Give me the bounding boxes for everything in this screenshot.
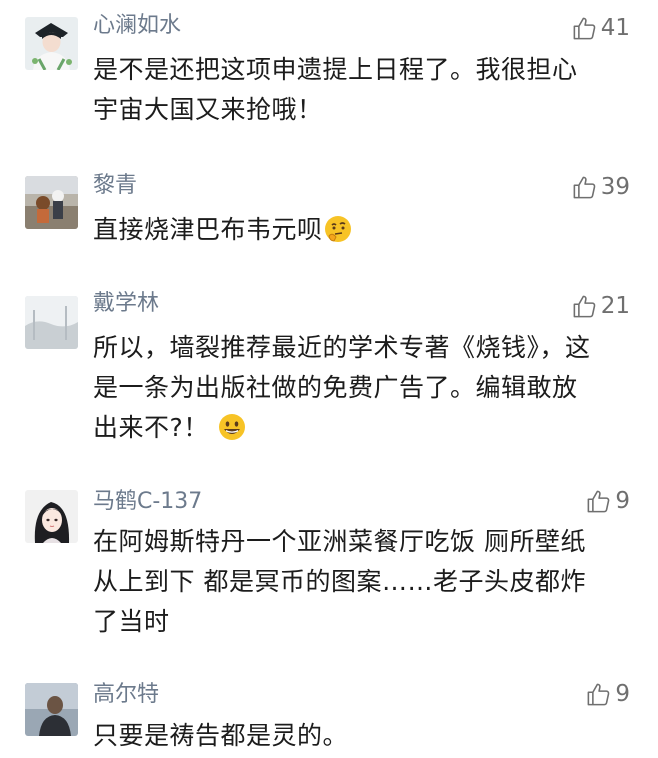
thinking-face-emoji [323,214,353,244]
comment-text: 所以，墙裂推荐最近的学术专著《烧钱》，这 是一条为出版社做的免费广告了。编辑敢放… [93,328,630,448]
like-button[interactable]: 9 [585,486,630,516]
like-count: 39 [600,174,630,200]
comment-line-text: 出来不?！ [93,413,209,442]
comment-line: 出来不?！ [93,408,630,448]
thumbs-up-icon [571,15,598,42]
thumbs-up-icon [585,488,612,515]
opera-figure-avatar[interactable] [25,17,78,70]
like-count: 21 [600,293,630,319]
comment-line: 是不是还把这项申遗提上日程了。我很担心 [93,55,578,84]
comment-line: 只要是祷告都是灵的。 [93,721,349,750]
grinning-face-emoji [217,412,247,442]
like-count: 9 [615,681,630,707]
comment-username[interactable]: 高尔特 [93,681,159,709]
comment-line: 从上到下 都是冥币的图案……老子头皮都炸 [93,567,586,596]
comment-text: 是不是还把这项申遗提上日程了。我很担心 宇宙大国又来抢哦！ [93,50,630,130]
comment-username[interactable]: 马鹤C-137 [93,488,202,516]
portrait-photo-avatar[interactable] [25,683,78,736]
comment-line: 直接烧津巴布韦元呗 [93,210,630,250]
comment-line-text: 直接烧津巴布韦元呗 [93,215,323,244]
comment-username[interactable]: 戴学林 [93,290,159,318]
comment-username[interactable]: 心澜如水 [93,12,181,40]
thumbs-up-icon [571,174,598,201]
street-photo-avatar[interactable] [25,176,78,229]
like-button[interactable]: 9 [585,679,630,709]
like-button[interactable]: 39 [571,172,630,202]
comment-line: 在阿姆斯特丹一个亚洲菜餐厅吃饭 厕所壁纸 [93,527,586,556]
comment-text: 只要是祷告都是灵的。 [93,716,630,756]
comment-line: 了当时 [93,607,170,636]
comment-text: 直接烧津巴布韦元呗 [93,210,630,250]
comment-line: 宇宙大国又来抢哦！ [93,95,323,124]
comment-line: 是一条为出版社做的免费广告了。编辑敢放 [93,373,578,402]
anime-girl-avatar[interactable] [25,490,78,543]
like-button[interactable]: 21 [571,291,630,321]
comment-line: 所以，墙裂推荐最近的学术专著《烧钱》，这 [93,333,591,362]
comment-text: 在阿姆斯特丹一个亚洲菜餐厅吃饭 厕所壁纸 从上到下 都是冥币的图案……老子头皮都… [93,522,630,642]
like-button[interactable]: 41 [571,13,630,43]
like-count: 9 [615,488,630,514]
like-count: 41 [600,15,630,41]
comment-username[interactable]: 黎青 [93,172,137,200]
thumbs-up-icon [571,293,598,320]
misty-landscape-avatar[interactable] [25,296,78,349]
thumbs-up-icon [585,681,612,708]
